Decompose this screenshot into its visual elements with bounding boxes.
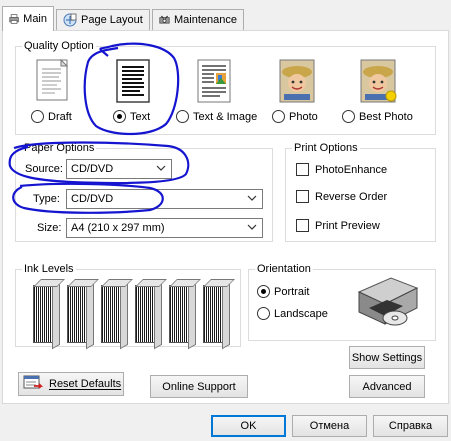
- best-photo-quality-icon[interactable]: [359, 58, 399, 106]
- reset-defaults-icon: [23, 375, 43, 389]
- best-photo-radio-button[interactable]: [342, 110, 355, 123]
- ink-cartridge-6: [203, 285, 225, 343]
- portrait-radio-button[interactable]: [257, 285, 270, 298]
- show-settings-button[interactable]: Show Settings: [349, 346, 425, 369]
- text-image-radio-label: Text & Image: [193, 110, 258, 123]
- chevron-down-icon: [156, 165, 166, 171]
- draft-radio-label: Draft: [48, 110, 72, 123]
- landscape-radio[interactable]: Landscape: [257, 307, 328, 320]
- size-select[interactable]: A4 (210 x 297 mm): [66, 218, 263, 238]
- photoenhance-checkbox[interactable]: [296, 163, 309, 176]
- advanced-label: Advanced: [362, 380, 412, 393]
- tab-maintenance[interactable]: Maintenance: [152, 9, 244, 30]
- size-label: Size:: [37, 222, 62, 234]
- print-preview-label: Print Preview: [315, 219, 380, 232]
- print-preview-checkbox[interactable]: [296, 219, 309, 232]
- draft-radio[interactable]: Draft: [31, 110, 72, 123]
- text-image-quality-icon[interactable]: [196, 58, 236, 106]
- tab-page-layout-label: Page Layout: [81, 14, 143, 26]
- reset-defaults-button[interactable]: Reset Defaults: [18, 372, 124, 396]
- page-layout-icon: [63, 13, 77, 27]
- paper-options-title: Paper Options: [22, 141, 97, 155]
- chevron-down-icon: [247, 224, 257, 230]
- chevron-down-icon: [247, 195, 257, 201]
- ink-cartridge-1: [33, 285, 55, 343]
- tab-main-label: Main: [23, 13, 47, 25]
- ink-cartridge-4: [135, 285, 157, 343]
- text-radio-button[interactable]: [113, 110, 126, 123]
- photo-radio-label: Photo: [289, 110, 318, 123]
- ok-label: OK: [240, 420, 257, 432]
- help-label: Справка: [388, 420, 433, 432]
- landscape-radio-button[interactable]: [257, 307, 270, 320]
- tab-page-layout[interactable]: Page Layout: [56, 9, 150, 30]
- print-options-title: Print Options: [292, 141, 360, 155]
- maintenance-icon: [159, 15, 170, 24]
- reset-defaults-label: Reset Defaults: [49, 378, 122, 390]
- photo-quality-icon[interactable]: [278, 58, 318, 106]
- text-radio[interactable]: Text: [113, 110, 150, 123]
- best-photo-radio[interactable]: Best Photo: [342, 110, 413, 123]
- tab-bar: Main Page Layout Maintenance: [0, 0, 451, 31]
- landscape-label: Landscape: [274, 307, 328, 320]
- print-preview-checkbox-row[interactable]: Print Preview: [296, 219, 380, 232]
- size-value: A4 (210 x 297 mm): [71, 222, 165, 234]
- ink-cartridge-2: [67, 285, 89, 343]
- reverse-order-checkbox-row[interactable]: Reverse Order: [296, 190, 387, 203]
- portrait-label: Portrait: [274, 285, 310, 298]
- reverse-order-checkbox[interactable]: [296, 190, 309, 203]
- photoenhance-checkbox-row[interactable]: PhotoEnhance: [296, 163, 387, 176]
- text-radio-label: Text: [130, 110, 151, 123]
- photo-radio[interactable]: Photo: [272, 110, 318, 123]
- text-image-radio-button[interactable]: [176, 110, 189, 123]
- text-image-radio[interactable]: Text & Image: [176, 110, 257, 123]
- type-select[interactable]: CD/DVD: [66, 189, 263, 209]
- help-button[interactable]: Справка: [373, 415, 448, 437]
- online-support-button[interactable]: Online Support: [150, 375, 248, 398]
- draft-radio-button[interactable]: [31, 110, 44, 123]
- source-value: CD/DVD: [71, 163, 114, 175]
- quality-option-title: Quality Option: [22, 39, 96, 53]
- orientation-title: Orientation: [255, 262, 313, 276]
- ink-cartridge-3: [101, 285, 123, 343]
- ink-levels-title: Ink Levels: [22, 262, 76, 276]
- ink-cartridge-5: [169, 285, 191, 343]
- advanced-button[interactable]: Advanced: [349, 375, 425, 398]
- type-value: CD/DVD: [71, 193, 114, 205]
- photoenhance-label: PhotoEnhance: [315, 163, 388, 176]
- source-label: Source:: [25, 163, 63, 175]
- text-quality-icon[interactable]: [115, 58, 153, 106]
- reverse-order-label: Reverse Order: [315, 190, 388, 203]
- cancel-button[interactable]: Отмена: [292, 415, 367, 437]
- source-select[interactable]: CD/DVD: [66, 159, 172, 179]
- tab-main[interactable]: Main: [2, 6, 54, 31]
- tab-maintenance-label: Maintenance: [174, 14, 237, 26]
- printer-cd-tray-icon: [357, 277, 419, 326]
- ok-button[interactable]: OK: [211, 415, 286, 437]
- draft-quality-icon[interactable]: [35, 58, 73, 104]
- photo-radio-button[interactable]: [272, 110, 285, 123]
- type-label: Type:: [33, 193, 60, 205]
- printer-icon: [9, 14, 19, 24]
- cancel-label: Отмена: [309, 420, 350, 432]
- best-photo-radio-label: Best Photo: [359, 110, 413, 123]
- online-support-label: Online Support: [162, 380, 236, 393]
- portrait-radio[interactable]: Portrait: [257, 285, 309, 298]
- show-settings-label: Show Settings: [351, 351, 423, 364]
